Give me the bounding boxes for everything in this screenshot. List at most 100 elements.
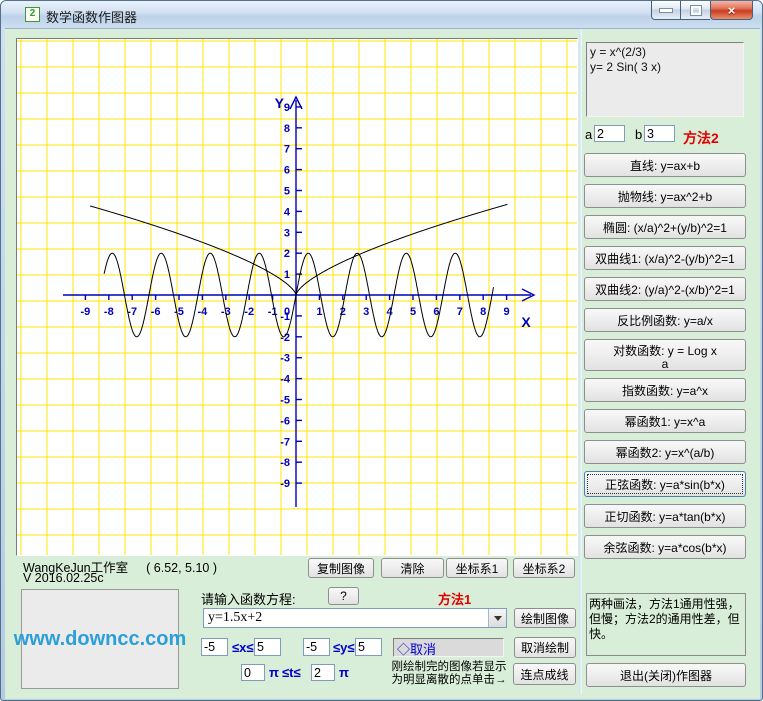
svg-text:-4: -4: [280, 374, 291, 386]
cancel-draw-button[interactable]: 取消绘制: [514, 637, 576, 658]
coordinate-system-1-button[interactable]: 坐标系1: [446, 558, 508, 578]
y-min-input[interactable]: [303, 638, 330, 656]
app-icon: 2: [25, 7, 40, 22]
title-bar[interactable]: 2 数学函数作图器 ×: [1, 1, 762, 28]
clear-button[interactable]: 清除: [381, 558, 444, 578]
b-input[interactable]: [644, 125, 675, 142]
function-button-power1[interactable]: 幂函数1: y=x^a: [584, 409, 746, 433]
t-min-input[interactable]: [241, 664, 265, 681]
svg-text:-6: -6: [280, 415, 290, 427]
method2-label: 方法2: [683, 128, 719, 148]
equation-line-2: y= 2 Sin( 3 x): [590, 60, 740, 75]
svg-text:-7: -7: [280, 436, 290, 448]
svg-text:-1: -1: [280, 311, 290, 323]
app-window: 2 数学函数作图器 × -9-8-7-6-5-4-3-2-10123456789…: [0, 0, 763, 701]
svg-text:X: X: [521, 314, 531, 330]
chevron-down-icon: [494, 616, 502, 621]
svg-text:9: 9: [504, 306, 510, 318]
function-button-parabola[interactable]: 抛物线: y=ax^2+b: [584, 184, 746, 208]
equations-display: y = x^(2/3) y= 2 Sin( 3 x): [586, 42, 744, 117]
y-max-input[interactable]: [355, 638, 382, 656]
window-title: 数学函数作图器: [46, 7, 137, 26]
function-button-cosine[interactable]: 余弦函数: y=a*cos(b*x): [584, 535, 746, 559]
b-label: b: [635, 127, 642, 142]
minimize-icon: [660, 9, 672, 12]
maximize-button[interactable]: [681, 1, 710, 20]
svg-text:-4: -4: [198, 306, 209, 318]
function-button-power2[interactable]: 幂函数2: y=x^(a/b): [584, 440, 746, 464]
a-input[interactable]: [594, 125, 625, 142]
close-button[interactable]: ×: [710, 1, 753, 20]
function-plot: -9-8-7-6-5-4-3-2-10123456789987654321-1-…: [17, 39, 577, 555]
function-button-hyperbola1[interactable]: 双曲线1: (x/a)^2-(y/b)^2=1: [584, 246, 746, 270]
version-label: V 2016.02.25c: [23, 571, 104, 585]
t-max-input[interactable]: [311, 664, 335, 681]
t-range-label: ≤t≤: [282, 665, 301, 680]
cancel-option[interactable]: ◇取消: [393, 638, 504, 657]
svg-text:-9: -9: [81, 306, 91, 318]
preview-box: www.downcc.com: [21, 589, 179, 689]
close-icon: ×: [728, 4, 736, 17]
pi-label-1: π: [269, 665, 279, 680]
svg-text:2: 2: [284, 248, 290, 260]
methods-note: 两种画法，方法1通用性强，但慢；方法2的通用性差，但快。: [586, 593, 746, 656]
svg-text:1: 1: [316, 306, 322, 318]
combo-dropdown-button[interactable]: [488, 609, 506, 627]
function-button-hyperbola2[interactable]: 双曲线2: (y/a)^2-(x/b)^2=1: [584, 277, 746, 301]
help-button[interactable]: ?: [328, 587, 359, 605]
svg-text:5: 5: [284, 186, 290, 198]
function-button-line[interactable]: 直线: y=ax+b: [584, 153, 746, 177]
minimize-button[interactable]: [651, 1, 681, 20]
function-button-exponential[interactable]: 指数函数: y=a^x: [584, 378, 746, 402]
svg-text:-3: -3: [280, 353, 290, 365]
svg-text:7: 7: [284, 144, 290, 156]
svg-text:3: 3: [363, 306, 369, 318]
svg-text:9: 9: [284, 102, 290, 114]
function-button-ellipse[interactable]: 椭圆: (x/a)^2+(y/b)^2=1: [584, 215, 746, 239]
coordinate-system-2-button[interactable]: 坐标系2: [513, 558, 575, 578]
cursor-coordinates: ( 6.52, 5.10 ): [146, 561, 217, 575]
function-button-reciprocal[interactable]: 反比例函数: y=a/x: [584, 308, 746, 332]
method1-label: 方法1: [438, 589, 471, 608]
graph-panel[interactable]: -9-8-7-6-5-4-3-2-10123456789987654321-1-…: [16, 38, 578, 556]
watermark-text: www.downcc.com: [14, 628, 187, 651]
svg-text:-2: -2: [244, 306, 254, 318]
svg-text:7: 7: [457, 306, 463, 318]
svg-text:4: 4: [284, 206, 291, 218]
connect-hint-line2: 为明显离散的点单击→: [387, 674, 511, 687]
svg-text:-9: -9: [280, 478, 290, 490]
equation-line-1: y = x^(2/3): [590, 45, 740, 60]
svg-text:-5: -5: [280, 395, 290, 407]
equation-value[interactable]: y=1.5x+2: [204, 609, 488, 627]
function-button-logarithm[interactable]: 对数函数: y = Log xa: [584, 339, 746, 371]
draw-image-button[interactable]: 绘制图像: [514, 608, 576, 628]
function-button-tangent[interactable]: 正切函数: y=a*tan(b*x): [584, 504, 746, 528]
x-max-input[interactable]: [254, 638, 281, 656]
copy-image-button[interactable]: 复制图像: [308, 558, 374, 578]
x-min-input[interactable]: [201, 638, 228, 656]
svg-text:-6: -6: [151, 306, 161, 318]
function-button-sine[interactable]: 正弦函数: y=a*sin(b*x): [584, 471, 746, 497]
x-range-label: ≤x≤: [232, 640, 254, 655]
grid-lines: [17, 39, 577, 555]
svg-text:-8: -8: [280, 457, 290, 469]
svg-text:6: 6: [284, 165, 290, 177]
panel-divider: [579, 29, 582, 694]
svg-text:-8: -8: [104, 306, 114, 318]
svg-text:Y: Y: [275, 95, 285, 111]
equation-combobox[interactable]: y=1.5x+2: [203, 608, 507, 628]
maximize-icon: [691, 6, 701, 15]
connect-hint: 刚绘制完的图像若显示 为明显离散的点单击→: [387, 661, 511, 687]
svg-text:-2: -2: [280, 332, 290, 344]
function-button-list: 直线: y=ax+b 抛物线: y=ax^2+b 椭圆: (x/a)^2+(y/b)…: [584, 153, 746, 559]
svg-text:8: 8: [284, 123, 290, 135]
a-label: a: [585, 127, 592, 142]
exit-button[interactable]: 退出(关闭)作图器: [586, 663, 746, 687]
svg-text:5: 5: [410, 306, 416, 318]
y-range-label: ≤y≤: [333, 640, 355, 655]
equation-input-label: 请输入函数方程:: [201, 589, 296, 608]
svg-text:1: 1: [284, 269, 290, 281]
connect-points-button[interactable]: 连点成线: [513, 663, 576, 685]
svg-text:8: 8: [480, 306, 486, 318]
pi-label-2: π: [339, 665, 349, 680]
